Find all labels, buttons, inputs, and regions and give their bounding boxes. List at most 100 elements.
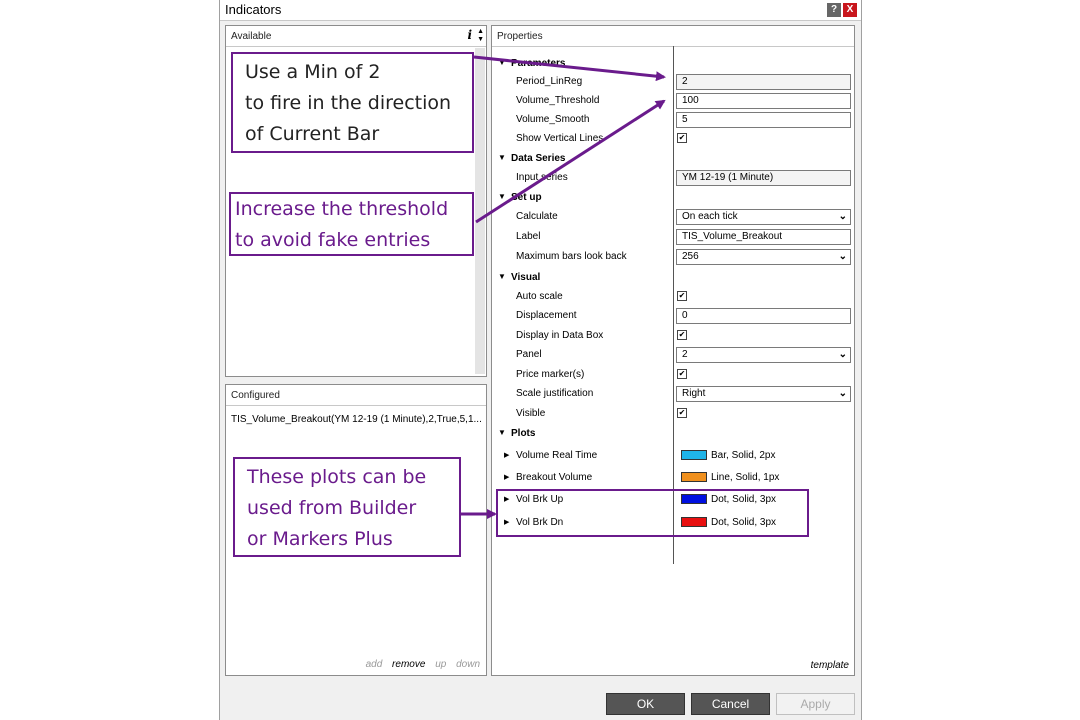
properties-panel: Properties ▼ Parameters Period_LinReg 2 … (491, 25, 855, 676)
expand-triangle-icon[interactable]: ▶ (504, 473, 509, 481)
displacement-input[interactable]: 0 (676, 308, 851, 324)
available-scrollbar[interactable] (475, 48, 485, 374)
price-markers-checkbox[interactable]: ✔ (677, 369, 687, 379)
properties-header: Properties (492, 26, 854, 47)
collapse-triangle-icon[interactable]: ▼ (498, 428, 506, 437)
apply-button[interactable]: Apply (776, 693, 855, 715)
category-data-series[interactable]: ▼ Data Series (492, 150, 854, 168)
configured-actions: add remove up down (359, 659, 480, 670)
panel-select[interactable]: 2 ⌄ (676, 347, 851, 363)
row-calculate: Calculate On each tick ⌄ (492, 208, 854, 226)
add-link[interactable]: add (366, 659, 383, 670)
collapse-triangle-icon[interactable]: ▼ (498, 58, 506, 67)
field-label: Calculate (516, 211, 558, 222)
chevron-down-icon[interactable]: ⌄ (839, 210, 847, 224)
configured-item[interactable]: TIS_Volume_Breakout(YM 12-19 (1 Minute),… (231, 414, 482, 425)
auto-scale-checkbox[interactable]: ✔ (677, 291, 687, 301)
up-link[interactable]: up (435, 659, 446, 670)
spin-down-icon[interactable]: ▼ (477, 36, 484, 43)
annotation-line: or Markers Plus (247, 528, 393, 550)
scale-justification-select[interactable]: Right ⌄ (676, 386, 851, 402)
annotation-line: Increase the threshold (235, 198, 449, 220)
category-label: Parameters (511, 58, 566, 69)
configured-label: Configured (231, 390, 280, 401)
title-bar: Indicators ? X (220, 0, 861, 21)
field-label: Label (516, 231, 541, 242)
available-label: Available (231, 31, 272, 42)
down-link[interactable]: down (456, 659, 480, 670)
label-input[interactable]: TIS_Volume_Breakout (676, 229, 851, 245)
chevron-down-icon[interactable]: ⌄ (839, 387, 847, 401)
row-show-vertical-lines: Show Vertical Lines ✔ (492, 130, 854, 148)
category-setup[interactable]: ▼ Set up (492, 189, 854, 207)
sort-spinner[interactable]: ▲ ▼ (477, 28, 484, 44)
row-visible: Visible ✔ (492, 405, 854, 423)
plot-style[interactable]: Line, Solid, 1px (711, 472, 779, 483)
template-link[interactable]: template (811, 660, 849, 671)
plot-color-swatch[interactable] (681, 450, 707, 460)
window-title: Indicators (225, 2, 282, 17)
plot-row[interactable]: ▶ Volume Real Time Bar, Solid, 2px (492, 447, 854, 465)
row-period-linreg: Period_LinReg 2 (492, 73, 854, 91)
annotation-threshold: Increase the threshold to avoid fake ent… (229, 192, 474, 256)
field-label: Volume_Threshold (516, 95, 600, 106)
annotation-line: used from Builder (247, 497, 417, 519)
remove-link[interactable]: remove (392, 659, 425, 670)
plot-color-swatch[interactable] (681, 472, 707, 482)
cancel-button[interactable]: Cancel (691, 693, 770, 715)
display-in-data-box-checkbox[interactable]: ✔ (677, 330, 687, 340)
volume-smooth-input[interactable]: 5 (676, 112, 851, 128)
show-vertical-lines-checkbox[interactable]: ✔ (677, 133, 687, 143)
row-volume-smooth: Volume_Smooth 5 (492, 111, 854, 129)
plot-row[interactable]: ▶ Breakout Volume Line, Solid, 1px (492, 469, 854, 487)
visible-checkbox[interactable]: ✔ (677, 408, 687, 418)
row-displacement: Displacement 0 (492, 307, 854, 325)
ok-button[interactable]: OK (606, 693, 685, 715)
row-label: Label TIS_Volume_Breakout (492, 228, 854, 246)
category-visual[interactable]: ▼ Visual (492, 269, 854, 287)
field-label: Show Vertical Lines (516, 133, 604, 144)
max-bars-lookback-select[interactable]: 256 ⌄ (676, 249, 851, 265)
info-icon[interactable]: i (467, 28, 472, 42)
field-label: Maximum bars look back (516, 251, 627, 262)
category-parameters[interactable]: ▼ Parameters (492, 55, 854, 73)
annotation-min-period: Use a Min of 2 to fire in the direction … (231, 52, 474, 153)
category-label: Visual (511, 272, 541, 283)
spin-up-icon[interactable]: ▲ (477, 28, 484, 35)
calculate-value: On each tick (682, 211, 738, 222)
annotation-line: of Current Bar (245, 123, 380, 145)
field-label: Displacement (516, 310, 577, 321)
close-button[interactable]: X (843, 3, 857, 17)
field-label: Price marker(s) (516, 369, 585, 380)
category-label: Set up (511, 192, 542, 203)
period-linreg-input[interactable]: 2 (676, 74, 851, 90)
input-series-field[interactable]: YM 12-19 (1 Minute) (676, 170, 851, 186)
collapse-triangle-icon[interactable]: ▼ (498, 272, 506, 281)
row-price-markers: Price marker(s) ✔ (492, 366, 854, 384)
volume-threshold-input[interactable]: 100 (676, 93, 851, 109)
field-label: Scale justification (516, 388, 594, 399)
annotation-line: to fire in the direction (245, 92, 452, 114)
field-label: Input series (516, 172, 568, 183)
panel-value: 2 (682, 349, 688, 360)
chevron-down-icon[interactable]: ⌄ (839, 348, 847, 362)
plot-style[interactable]: Bar, Solid, 2px (711, 450, 775, 461)
annotation-line: These plots can be (247, 466, 427, 488)
plot-label: Breakout Volume (516, 472, 593, 483)
max-bars-value: 256 (682, 251, 699, 262)
field-label: Period_LinReg (516, 76, 583, 87)
expand-triangle-icon[interactable]: ▶ (504, 451, 509, 459)
collapse-triangle-icon[interactable]: ▼ (498, 153, 506, 162)
row-panel: Panel 2 ⌄ (492, 346, 854, 364)
collapse-triangle-icon[interactable]: ▼ (498, 192, 506, 201)
chevron-down-icon[interactable]: ⌄ (839, 250, 847, 264)
category-label: Plots (511, 428, 536, 439)
help-button[interactable]: ? (827, 3, 841, 17)
calculate-select[interactable]: On each tick ⌄ (676, 209, 851, 225)
category-plots[interactable]: ▼ Plots (492, 425, 854, 443)
configured-header: Configured (226, 385, 486, 406)
scale-justification-value: Right (682, 388, 706, 399)
plots-highlight-box (496, 489, 809, 537)
available-header: Available i ▲ ▼ (226, 26, 486, 47)
field-label: Auto scale (516, 291, 563, 302)
